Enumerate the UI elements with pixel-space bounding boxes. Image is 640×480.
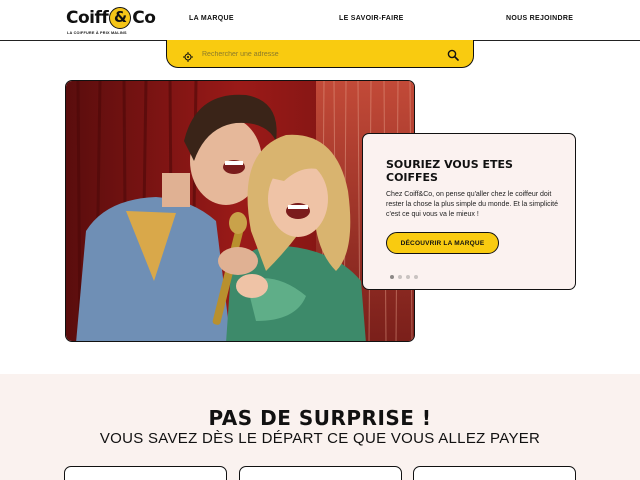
search-icon[interactable]: [447, 48, 459, 61]
hero-card: SOURIEZ VOUS ETES COIFFES Chez Coiff&Co,…: [362, 133, 576, 290]
nav-link-la-marque[interactable]: LA MARQUE: [189, 15, 234, 22]
carousel-dots: [390, 268, 422, 279]
logo-ampersand: &: [109, 7, 132, 29]
pricing-section: PAS DE SURPRISE ! VOUS SAVEZ DÈS LE DÉPA…: [0, 374, 640, 480]
carousel-dot-1[interactable]: [390, 274, 394, 279]
price-card[interactable]: [239, 466, 402, 480]
crosshair-icon[interactable]: [183, 49, 193, 62]
nav-link-savoir-faire[interactable]: LE SAVOIR-FAIRE: [339, 15, 404, 22]
carousel-dot-2[interactable]: [398, 274, 402, 279]
price-card[interactable]: [64, 466, 227, 480]
nav-link-nous-rejoindre[interactable]: NOUS REJOINDRE: [506, 15, 573, 22]
pricing-subtitle: VOUS SAVEZ DÈS LE DÉPART CE QUE VOUS ALL…: [99, 430, 541, 447]
discover-brand-button[interactable]: DÉCOUVRIR LA MARQUE: [386, 232, 499, 254]
logo-text-right: Co: [132, 8, 156, 28]
pricing-title: PAS DE SURPRISE !: [208, 406, 432, 430]
hero-description: Chez Coiff&Co, on pense qu'aller chez le…: [386, 191, 558, 218]
hero-title: SOURIEZ VOUS ETES COIFFES: [386, 158, 513, 184]
logo-tagline: LA COIFFURE À PRIX MALINS: [67, 31, 127, 35]
logo-text-left: Coiff: [66, 8, 109, 28]
carousel-dot-4[interactable]: [414, 274, 418, 279]
logo-wordmark: Coiff & Co: [66, 7, 156, 29]
address-search-bar: [166, 40, 474, 68]
search-input[interactable]: [202, 47, 442, 61]
site-header: Coiff & Co LA COIFFURE À PRIX MALINS LA MA…: [0, 0, 640, 41]
carousel-dot-3[interactable]: [406, 274, 410, 279]
price-card[interactable]: [413, 466, 576, 480]
